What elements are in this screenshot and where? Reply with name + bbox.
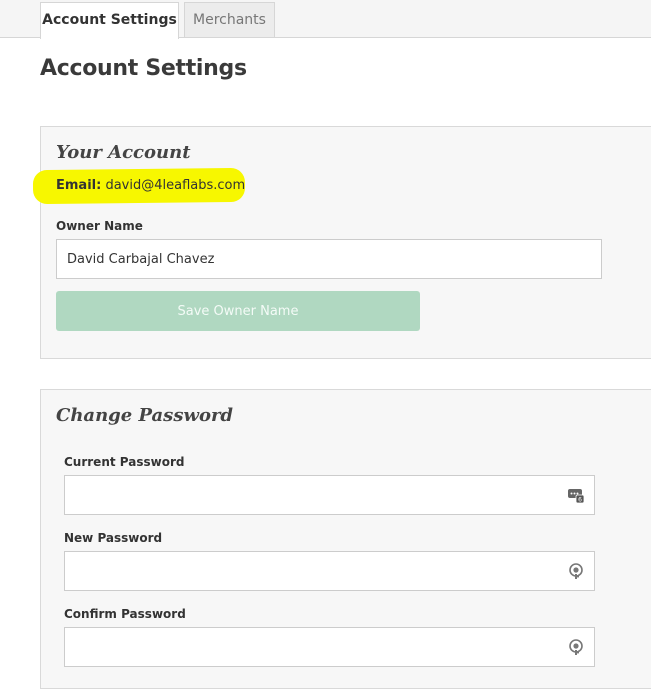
current-password-label: Current Password — [64, 455, 185, 469]
save-owner-name-button[interactable]: Save Owner Name — [56, 291, 420, 331]
current-password-input[interactable] — [64, 475, 595, 515]
confirm-password-input[interactable] — [64, 627, 595, 667]
key-icon[interactable] — [567, 638, 587, 658]
email-value: david@4leaflabs.com — [105, 178, 246, 193]
owner-name-input[interactable] — [56, 239, 602, 279]
email-label: Email: — [56, 178, 102, 193]
your-account-title: Your Account — [56, 142, 191, 163]
new-password-input[interactable] — [64, 551, 595, 591]
tab-merchants[interactable]: Merchants — [184, 2, 275, 37]
tab-account-settings[interactable]: Account Settings — [40, 2, 179, 39]
email-line: Email: david@4leaflabs.com — [56, 178, 245, 193]
owner-name-label: Owner Name — [56, 219, 143, 233]
key-icon[interactable] — [567, 562, 587, 582]
change-password-panel: Change Password Current Password 6 New P… — [40, 389, 651, 689]
your-account-panel: Your Account Email: david@4leaflabs.com … — [32, 126, 651, 359]
tab-bar: Account Settings Merchants — [0, 0, 651, 39]
page-title: Account Settings — [40, 56, 247, 81]
password-manager-icon[interactable]: 6 — [567, 486, 587, 506]
confirm-password-label: Confirm Password — [64, 607, 186, 621]
svg-text:6: 6 — [578, 497, 582, 504]
new-password-label: New Password — [64, 531, 163, 545]
change-password-title: Change Password — [56, 405, 234, 426]
